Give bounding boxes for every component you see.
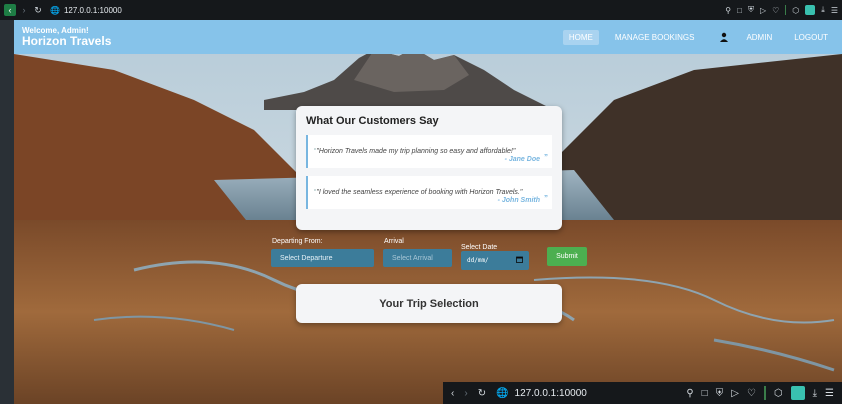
browser-toolbar-overlay: ‹ › ↻ 🌐 127.0.0.1:10000 ⚲ □ ⛨ ▷ ♡ ⬡ ⤓ ☰ [443, 382, 842, 404]
browser-toolbar: ‹ › ↻ 🌐 127.0.0.1:10000 ⚲ □ ⛨ ▷ ♡ ⬡ ⤓ ☰ [0, 0, 842, 20]
nav-manage-bookings[interactable]: MANAGE BOOKINGS [609, 30, 701, 45]
address-bar[interactable]: 🌐 127.0.0.1:10000 [50, 6, 122, 15]
departure-select[interactable]: Select Departure [271, 249, 374, 267]
quote-close-icon: ” [544, 153, 548, 162]
departing-label: Departing From: [272, 238, 323, 245]
toolbar-separator [785, 5, 787, 15]
back-icon[interactable]: ‹ [451, 388, 454, 399]
left-gutter [0, 20, 14, 404]
testimonial-1: “"Horizon Travels made my trip planning … [306, 135, 552, 168]
screen: ‹ › ↻ 🌐 127.0.0.1:10000 ⚲ □ ⛨ ▷ ♡ ⬡ ⤓ ☰ [0, 0, 842, 404]
extension-icon[interactable] [790, 386, 805, 400]
navbar: Welcome, Admin! Horizon Travels HOME MAN… [14, 20, 842, 54]
testimonial-text: "Horizon Travels made my trip planning s… [316, 148, 516, 155]
calendar-icon[interactable] [516, 256, 523, 265]
tab-icon[interactable]: □ [737, 6, 742, 15]
trip-selection-card: Your Trip Selection [296, 284, 562, 323]
nav-menu: HOME MANAGE BOOKINGS ADMIN LOGOUT [553, 29, 834, 45]
heart-icon[interactable]: ♡ [772, 6, 779, 15]
menu-icon[interactable]: ☰ [825, 388, 834, 399]
testimonial-author: - John Smith [497, 197, 540, 204]
testimonials-title: What Our Customers Say [306, 115, 439, 127]
site-info-icon[interactable]: 🌐 [50, 6, 60, 15]
arrival-select[interactable]: Select Arrival [383, 249, 452, 267]
pin-icon[interactable]: ⚲ [686, 388, 693, 399]
date-input[interactable]: dd/mm/ [461, 251, 529, 270]
extensions-icon[interactable]: ⬡ [792, 6, 799, 15]
brand: Welcome, Admin! Horizon Travels [22, 26, 111, 48]
extension-icon[interactable] [805, 5, 816, 15]
menu-icon[interactable]: ☰ [831, 6, 838, 15]
url-text: 127.0.0.1:10000 [514, 387, 587, 399]
user-icon[interactable] [718, 31, 730, 43]
site-info-icon[interactable]: 🌐 [496, 388, 508, 399]
download-icon[interactable]: ⤓ [813, 388, 817, 399]
nav-logout[interactable]: LOGOUT [788, 30, 834, 45]
testimonial-author: - Jane Doe [504, 156, 540, 163]
play-icon[interactable]: ▷ [731, 388, 739, 399]
arrival-label: Arrival [384, 238, 404, 245]
web-page: Welcome, Admin! Horizon Travels HOME MAN… [14, 20, 842, 404]
submit-button[interactable]: Submit [547, 247, 587, 266]
testimonial-text: "I loved the seamless experience of book… [316, 189, 523, 196]
play-icon[interactable]: ▷ [760, 6, 766, 15]
back-icon[interactable]: ‹ [4, 4, 16, 16]
url-text: 127.0.0.1:10000 [63, 5, 122, 15]
reload-icon[interactable]: ↻ [32, 4, 44, 16]
tab-icon[interactable]: □ [702, 388, 708, 399]
address-bar[interactable]: 🌐 127.0.0.1:10000 [496, 388, 587, 399]
heart-icon[interactable]: ♡ [747, 388, 756, 399]
departure-value: Select Departure [280, 254, 333, 262]
date-placeholder: dd/mm/ [467, 257, 489, 264]
quote-close-icon: ” [544, 194, 548, 203]
forward-icon[interactable]: › [18, 4, 30, 16]
forward-icon[interactable]: › [464, 388, 467, 399]
reload-icon[interactable]: ↻ [478, 388, 486, 399]
nav-home[interactable]: HOME [562, 29, 599, 45]
testimonials-card: What Our Customers Say “"Horizon Travels… [296, 106, 562, 230]
pin-icon[interactable]: ⚲ [725, 6, 731, 15]
trip-selection-title: Your Trip Selection [379, 297, 479, 310]
date-label: Select Date [461, 244, 498, 251]
testimonial-2: “"I loved the seamless experience of boo… [306, 176, 552, 209]
toolbar-separator [763, 386, 766, 400]
brand-title[interactable]: Horizon Travels [22, 35, 111, 48]
extensions-icon[interactable]: ⬡ [774, 388, 783, 399]
shield-icon[interactable]: ⛨ [748, 5, 754, 15]
nav-admin[interactable]: ADMIN [740, 30, 778, 45]
arrival-value: Select Arrival [392, 254, 433, 262]
shield-icon[interactable]: ⛨ [716, 388, 724, 399]
download-icon[interactable]: ⤓ [821, 5, 825, 15]
